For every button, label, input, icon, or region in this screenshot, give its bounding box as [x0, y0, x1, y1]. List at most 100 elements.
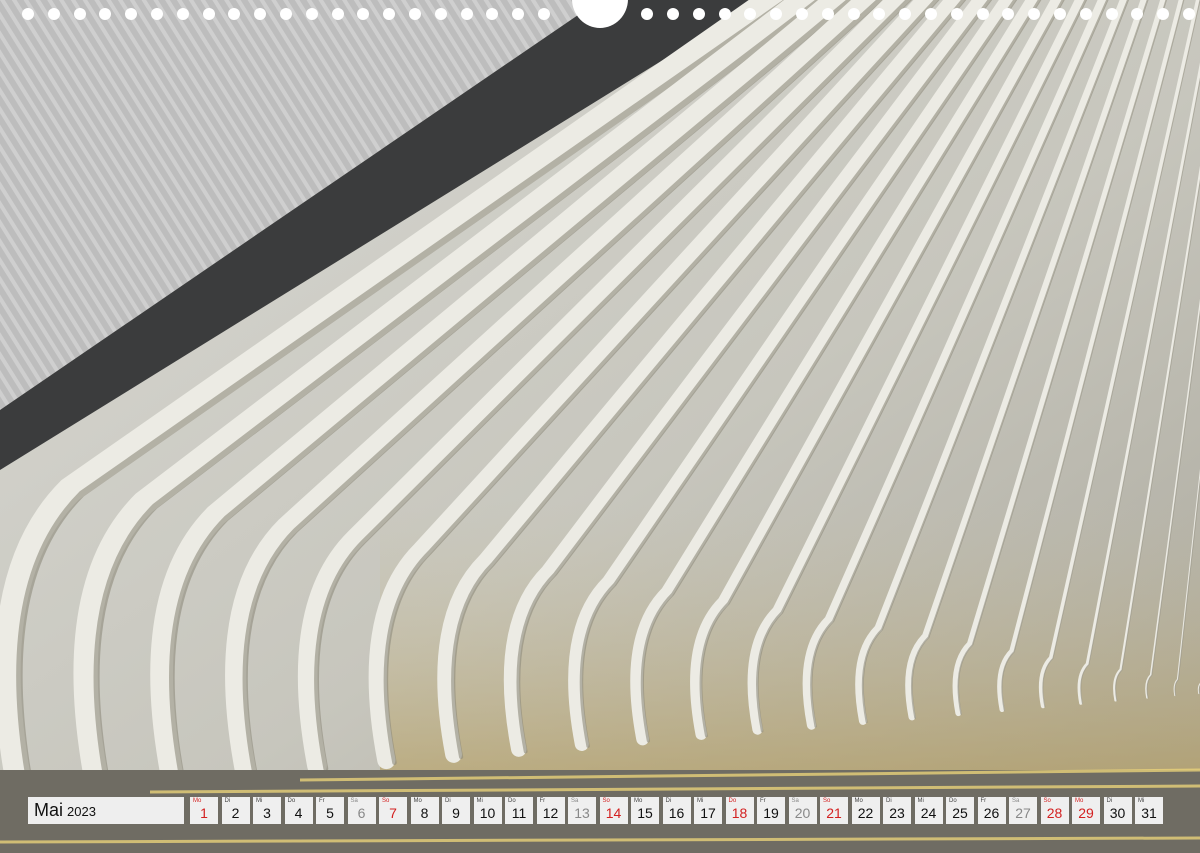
- weekday-label: Sa: [791, 798, 799, 804]
- binding-hole: [847, 8, 860, 20]
- day-cell: Mi 24: [914, 797, 943, 824]
- architecture-photo: [0, 0, 1200, 853]
- binding-hole: [357, 8, 370, 20]
- day-cell: Mo 22: [851, 797, 880, 824]
- day-cell: Fr 5: [316, 797, 344, 824]
- day-cell: Fr 12: [536, 797, 565, 824]
- binding-hole: [254, 8, 267, 20]
- weekday-label: Di: [1106, 798, 1113, 804]
- day-number: 20: [794, 805, 811, 821]
- day-cell: Do 4: [284, 797, 313, 824]
- binding-hole: [641, 8, 654, 20]
- day-number: 22: [857, 805, 874, 821]
- weekday-label: Di: [224, 798, 231, 804]
- weekday-label: Fr: [319, 798, 325, 804]
- day-number: 19: [763, 805, 779, 821]
- binding-hole: [667, 8, 679, 20]
- weekday-label: Sa: [350, 798, 358, 804]
- binding-hole: [873, 8, 886, 20]
- binding-hole: [899, 8, 912, 20]
- day-cell: So 7: [379, 797, 407, 824]
- day-number: 4: [294, 805, 303, 821]
- day-cell: Fr 19: [757, 797, 785, 824]
- binding-hole: [202, 8, 215, 20]
- binding-hole: [176, 8, 189, 20]
- day-cell: Sa 20: [788, 797, 817, 824]
- day-number: 27: [1015, 805, 1031, 821]
- day-number: 2: [231, 805, 240, 821]
- day-number: 25: [952, 805, 968, 821]
- weekday-label: Do: [949, 798, 957, 804]
- binding-hole: [950, 8, 963, 20]
- binding-hole: [22, 8, 34, 20]
- day-cell: So 21: [820, 797, 848, 824]
- binding-hole: [1002, 8, 1015, 20]
- day-number: 28: [1046, 805, 1063, 821]
- weekday-label: Sa: [571, 798, 579, 804]
- binding-hole: [1105, 8, 1118, 20]
- weekday-label: So: [602, 798, 610, 804]
- binding-hole: [1183, 8, 1195, 20]
- day-cell: Sa 6: [347, 797, 376, 824]
- day-cell: Mo 15: [631, 797, 659, 824]
- day-number: 8: [420, 805, 429, 821]
- binding-hole: [434, 8, 447, 20]
- binding-hole: [486, 8, 499, 20]
- binding-hole: [280, 8, 292, 20]
- day-number: 12: [542, 805, 559, 821]
- day-number: 7: [389, 805, 397, 821]
- binding-hole: [821, 8, 834, 20]
- binding-hole: [331, 8, 344, 20]
- day-number: 3: [263, 805, 271, 821]
- binding-hole: [1131, 8, 1144, 20]
- binding-hole: [151, 8, 163, 20]
- day-cell: Mo 1: [190, 797, 218, 824]
- day-number: 1: [200, 805, 208, 821]
- binding-hole: [976, 8, 989, 20]
- day-cell: Sa 13: [568, 797, 596, 824]
- binding-hole: [1079, 8, 1092, 20]
- binding-hole: [305, 8, 318, 20]
- day-cell: Mo 8: [410, 797, 439, 824]
- weekday-label: Fr: [980, 798, 987, 804]
- binding-hole: [512, 8, 525, 20]
- day-number: 13: [574, 805, 590, 821]
- weekday-label: Do: [287, 798, 296, 804]
- binding-hole: [125, 8, 138, 20]
- day-cell: Di 9: [442, 797, 470, 824]
- binding-hole: [538, 8, 550, 20]
- binding-hole: [99, 8, 112, 20]
- day-number: 26: [983, 805, 1000, 821]
- day-cell: Do 11: [505, 797, 533, 824]
- day-number: 10: [479, 805, 496, 821]
- binding-hole: [228, 8, 241, 20]
- day-number: 24: [920, 805, 937, 821]
- day-number: 15: [637, 805, 653, 821]
- day-cell: Mi 3: [253, 797, 281, 824]
- binding-hole: [409, 8, 421, 20]
- day-cell: Fr 26: [977, 797, 1006, 824]
- weekday-label: Mo: [413, 798, 422, 804]
- weekday-label: Mo: [634, 798, 643, 804]
- binding-hole: [718, 8, 731, 20]
- weekday-label: Mi: [1138, 798, 1145, 804]
- weekday-label: Fr: [760, 798, 766, 804]
- day-number: 21: [826, 805, 842, 821]
- binding-hole: [1054, 8, 1066, 20]
- weekday-label: So: [823, 798, 831, 804]
- binding-hole: [383, 8, 396, 20]
- weekday-label: Sa: [1012, 798, 1020, 804]
- day-cell: Di 23: [883, 797, 911, 824]
- day-number: 16: [668, 805, 685, 821]
- weekday-label: Mi: [697, 798, 704, 804]
- weekday-label: Mi: [476, 798, 483, 804]
- binding-hole: [73, 8, 86, 20]
- day-number: 30: [1109, 805, 1126, 821]
- binding-hole: [460, 8, 473, 20]
- binding-hole: [1028, 8, 1041, 20]
- weekday-label: Mo: [1075, 798, 1084, 804]
- binding-hole: [744, 8, 757, 20]
- calendar-strip: Mai 2023 Mo 1 Di 2 Mi 3 Do 4 Fr 5 Sa 6 So 7 Mo 8 Di 9 Mi 10 D…: [28, 797, 1172, 824]
- weekday-label: Mi: [256, 798, 263, 804]
- binding-hole: [692, 8, 705, 20]
